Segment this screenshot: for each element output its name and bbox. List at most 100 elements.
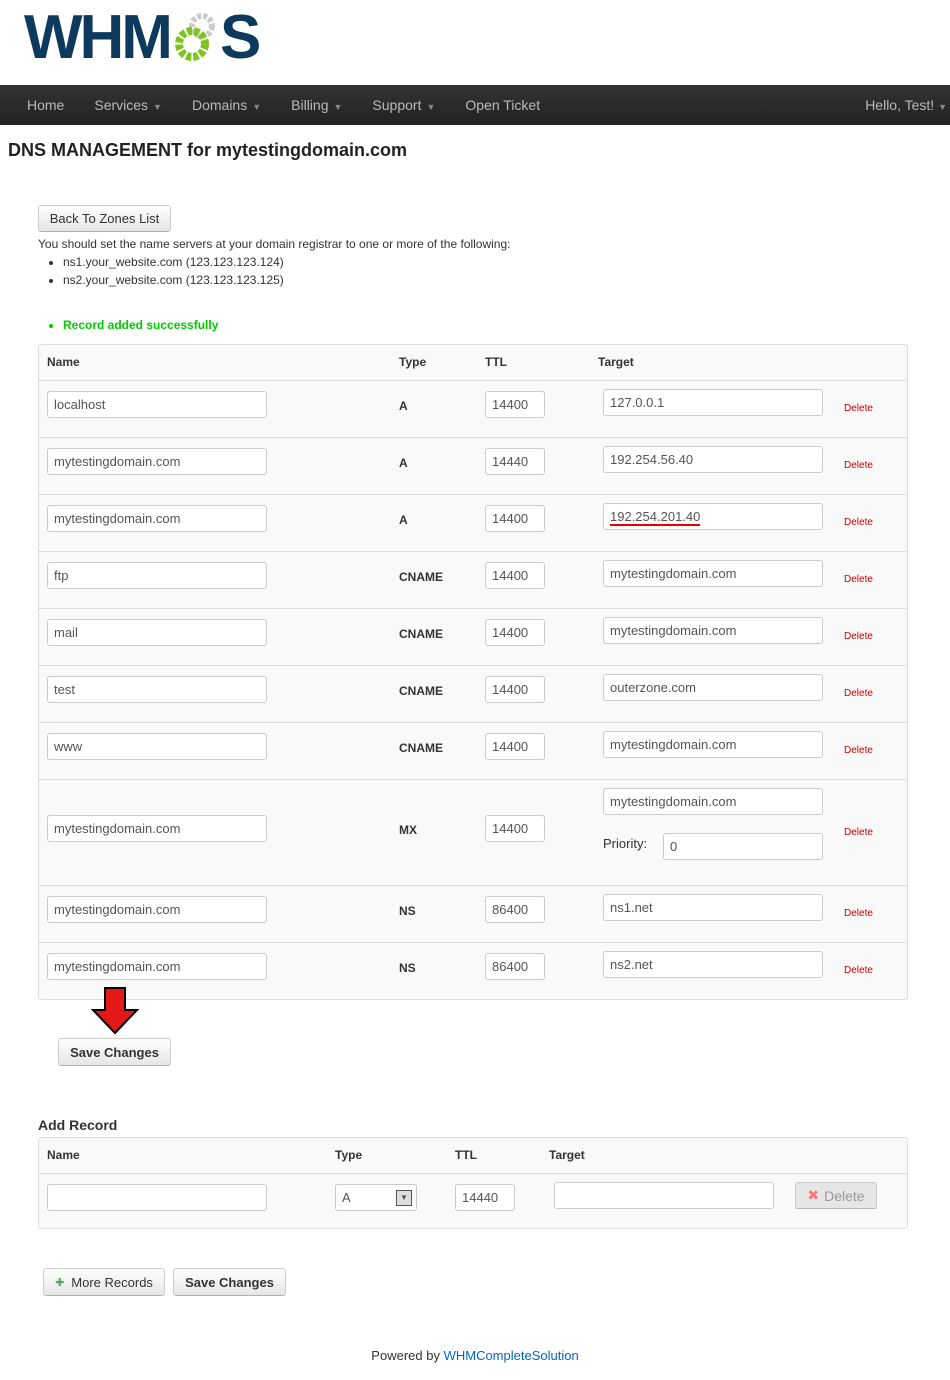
nav-item-support[interactable]: Support ▼ [372,97,435,113]
add-delete-button[interactable]: ✖ Delete [795,1182,877,1209]
record-target-input[interactable]: 192.254.56.40 [603,446,823,473]
record-type: A [399,399,408,413]
add-name-input[interactable] [47,1184,267,1211]
delete-link[interactable]: Delete [844,908,873,919]
target-value: 192.254.201.40 [610,509,701,526]
delete-link[interactable]: Delete [844,965,873,976]
more-records-button[interactable]: ✚ More Records [43,1268,165,1296]
more-records-label: More Records [71,1274,153,1290]
save-changes-button-bottom[interactable]: Save Changes [173,1268,286,1296]
add-record-row: A ▼ 14440 ✖ Delete [39,1173,907,1229]
record-name-input[interactable]: mail [47,619,267,646]
nav-item-billing[interactable]: Billing ▼ [291,97,342,113]
record-ttl-input[interactable]: 14400 [485,733,545,760]
record-ttl-input[interactable]: 14400 [485,619,545,646]
footer: Powered by WHMCompleteSolution [0,1348,950,1363]
record-ttl-input[interactable]: 14400 [485,676,545,703]
record-ttl-input[interactable]: 14400 [485,562,545,589]
record-row: ftp CNAME 14400 mytestingdomain.com Delete [39,551,907,608]
target-value: 127.0.0.1 [610,395,665,410]
record-ttl-input[interactable]: 86400 [485,896,545,923]
record-type: CNAME [399,741,443,755]
record-target-input[interactable]: ns2.net [603,951,823,978]
nav-label: Home [27,97,65,113]
red-arrow-down-icon [90,987,140,1035]
col-target: Target [549,1148,585,1162]
record-type: A [399,456,408,470]
record-type: CNAME [399,684,443,698]
delete-link[interactable]: Delete [844,403,873,414]
record-ttl-input[interactable]: 14400 [485,391,545,418]
add-target-input[interactable] [554,1182,774,1209]
add-ttl-input[interactable]: 14440 [455,1184,515,1211]
nav-item-services[interactable]: Services ▼ [94,97,162,113]
record-row: www CNAME 14400 mytestingdomain.com Delete [39,722,907,779]
nav-label: Domains [191,97,248,113]
whmcs-logo[interactable]: WHM S [24,7,261,69]
record-name-input[interactable]: mytestingdomain.com [47,896,267,923]
back-to-zones-button[interactable]: Back To Zones List [38,205,171,232]
nameserver-note: You should set the name servers at your … [38,235,510,289]
nav-item-domains[interactable]: Domains ▼ [192,97,261,113]
record-target-input[interactable]: mytestingdomain.com [603,731,823,758]
delete-link[interactable]: Delete [844,517,873,528]
save-changes-button[interactable]: Save Changes [58,1038,171,1066]
nav-item-open-ticket[interactable]: Open Ticket [465,97,540,113]
record-ttl-input[interactable]: 86400 [485,953,545,980]
footer-prefix: Powered by [371,1348,440,1363]
record-target-input[interactable]: outerzone.com [603,674,823,701]
col-type: Type [399,355,427,369]
target-value: ns1.net [610,900,653,915]
add-record-heading: Add Record [38,1117,118,1133]
page-title: DNS MANAGEMENT for mytestingdomain.com [8,140,408,160]
record-target-input[interactable]: mytestingdomain.com [603,560,823,587]
record-row: mail CNAME 14400 mytestingdomain.com Delete [39,608,907,665]
record-ttl-input[interactable]: 14400 [485,505,545,532]
record-row: localhost A 14400 127.0.0.1 Delete [39,380,907,437]
target-value: mytestingdomain.com [610,737,737,752]
record-ttl-input[interactable]: 14440 [485,448,545,475]
target-value: mytestingdomain.com [610,794,737,809]
record-name-input[interactable]: mytestingdomain.com [47,505,267,532]
note-text: You should set the name servers at your … [38,237,511,251]
record-name-input[interactable]: mytestingdomain.com [47,953,267,980]
delete-link[interactable]: Delete [844,631,873,642]
user-menu[interactable]: Hello, Test! ▼ [865,97,947,113]
delete-link[interactable]: Delete [844,688,873,699]
nav-label: Support [372,97,422,113]
record-name-input[interactable]: www [47,733,267,760]
x-icon: ✖ [807,1187,820,1203]
priority-label: Priority: [603,836,648,851]
user-greeting: Hello, Test! [865,97,935,113]
type-value: A [342,1190,351,1205]
delete-link[interactable]: Delete [844,745,873,756]
record-name-input[interactable]: mytestingdomain.com [47,815,267,842]
col-ttl: TTL [485,355,507,369]
add-type-select[interactable]: A ▼ [335,1184,417,1211]
record-name-input[interactable]: ftp [47,562,267,589]
priority-input[interactable]: 0 [663,833,823,860]
record-target-input[interactable]: 192.254.201.40 [603,503,823,530]
delete-link[interactable]: Delete [844,574,873,585]
chevron-down-icon: ▼ [396,1190,412,1206]
gear-icon [172,12,218,62]
delete-link[interactable]: Delete [844,827,873,838]
nav-item-home[interactable]: Home [27,97,64,113]
target-value: ns2.net [610,957,653,972]
record-name-input[interactable]: localhost [47,391,267,418]
record-name-input[interactable]: mytestingdomain.com [47,448,267,475]
footer-link[interactable]: WHMCompleteSolution [444,1348,579,1363]
record-type: NS [399,961,416,975]
success-text: Record added successfully [63,318,218,332]
delete-link[interactable]: Delete [844,460,873,471]
plus-icon: ✚ [55,1276,65,1289]
record-target-input[interactable]: mytestingdomain.com [603,788,823,815]
nav-label: Billing [291,97,329,113]
record-name-input[interactable]: test [47,676,267,703]
nameserver-item: ns2.your_website.com (123.123.123.125) [63,271,510,289]
record-target-input[interactable]: 127.0.0.1 [603,389,823,416]
record-row: mytestingdomain.com A 14440 192.254.56.40 De… [39,437,907,494]
record-ttl-input[interactable]: 14400 [485,815,545,842]
record-target-input[interactable]: mytestingdomain.com [603,617,823,644]
record-target-input[interactable]: ns1.net [603,894,823,921]
